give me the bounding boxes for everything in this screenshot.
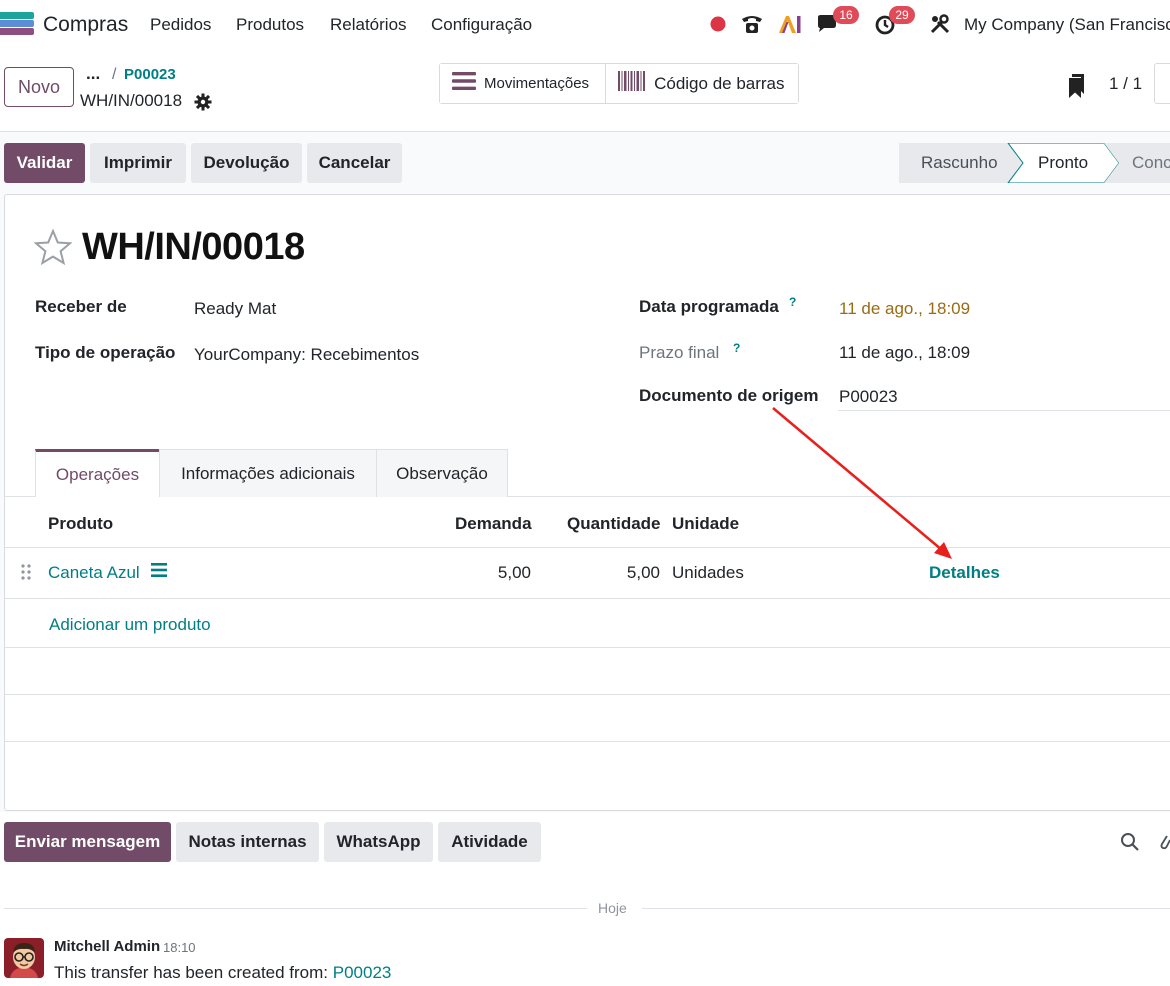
menu-produtos[interactable]: Produtos: [236, 15, 304, 35]
table-empty-row-divider: [5, 647, 1170, 648]
menu-relatorios[interactable]: Relatórios: [330, 15, 407, 35]
messages-badge: 16: [833, 6, 859, 24]
moves-smart-button[interactable]: Movimentações: [440, 64, 606, 103]
table-empty-row-divider: [5, 741, 1170, 742]
menu-pedidos[interactable]: Pedidos: [150, 15, 211, 35]
column-header-quantity[interactable]: Quantidade: [567, 514, 661, 534]
tab-notes[interactable]: Observação: [376, 449, 508, 497]
table-row-divider: [5, 598, 1170, 599]
gear-icon[interactable]: [194, 93, 212, 111]
smart-buttons: Movimentações Código de barras: [439, 63, 799, 104]
star-icon[interactable]: [33, 228, 73, 270]
breadcrumb-separator: /: [112, 66, 117, 83]
send-message-button[interactable]: Enviar mensagem: [4, 822, 171, 862]
barcode-label: Código de barras: [654, 73, 785, 93]
app-name[interactable]: Compras: [43, 13, 128, 37]
return-button[interactable]: Devolução: [191, 143, 302, 183]
field-label-operation-type: Tipo de operação: [35, 343, 176, 362]
breadcrumb-parent-link[interactable]: P00023: [124, 66, 176, 83]
phone-icon[interactable]: [739, 12, 765, 36]
message-time: 18:10: [163, 940, 196, 955]
field-label-deadline: Prazo final: [639, 343, 720, 362]
drag-handle-icon[interactable]: [20, 563, 32, 586]
search-icon[interactable]: [1120, 832, 1140, 857]
avatar[interactable]: [4, 938, 44, 978]
breadcrumb-more[interactable]: ...: [86, 64, 100, 84]
purchase-app-icon[interactable]: [0, 12, 34, 35]
partner-field[interactable]: Ready Mat: [194, 299, 276, 319]
pager-next-button[interactable]: [1154, 63, 1170, 104]
message-body: This transfer has been created from: P00…: [54, 963, 391, 983]
whatsapp-button[interactable]: WhatsApp: [324, 822, 433, 862]
list-icon: [452, 72, 476, 95]
message-author[interactable]: Mitchell Admin: [54, 938, 160, 955]
status-ready[interactable]: Pronto: [1038, 153, 1088, 173]
form-sheet: [4, 194, 1170, 811]
bookmark-icon[interactable]: [1068, 74, 1086, 103]
deadline-help-icon[interactable]: ?: [733, 341, 740, 355]
origin-field[interactable]: P00023: [839, 387, 898, 407]
tab-additional-info[interactable]: Informações adicionais: [159, 449, 377, 497]
table-header-divider: [5, 547, 1170, 548]
activity-button[interactable]: Atividade: [438, 822, 541, 862]
row-quantity[interactable]: 5,00: [580, 563, 660, 583]
menu-configuracao[interactable]: Configuração: [431, 15, 532, 35]
field-label-origin: Documento de origem: [639, 386, 819, 405]
record-dot-icon[interactable]: [709, 12, 727, 36]
messages-icon[interactable]: 16: [815, 6, 859, 36]
operation-type-field[interactable]: YourCompany: Recebimentos: [194, 345, 419, 365]
column-header-product[interactable]: Produto: [48, 514, 113, 534]
top-navbar: Compras Pedidos Produtos Relatórios Conf…: [0, 0, 1170, 50]
record-title: WH/IN/00018: [82, 226, 305, 268]
paperclip-icon[interactable]: [1158, 830, 1170, 857]
cancel-button[interactable]: Cancelar: [307, 143, 402, 183]
barcode-icon: [618, 71, 646, 96]
row-details-button[interactable]: Detalhes: [929, 563, 1000, 583]
message-text: This transfer has been created from:: [54, 963, 333, 982]
deadline-field[interactable]: 11 de ago., 18:09: [839, 343, 970, 363]
validate-button[interactable]: Validar: [4, 143, 85, 183]
origin-field-underline: [838, 410, 1170, 411]
date-separator-line-right: [642, 908, 1170, 909]
field-label-scheduled-date: Data programada: [639, 297, 779, 316]
log-note-button[interactable]: Notas internas: [176, 822, 319, 862]
breadcrumb-current: WH/IN/00018: [80, 91, 183, 110]
date-separator: Hoje: [598, 900, 627, 916]
field-label-partner: Receber de: [35, 297, 127, 316]
company-switcher[interactable]: My Company (San Francisco): [964, 15, 1170, 35]
new-button[interactable]: Novo: [4, 67, 74, 107]
status-draft[interactable]: Rascunho: [921, 153, 998, 173]
pager-value[interactable]: 1 / 1: [1109, 74, 1142, 94]
scheduled-date-help-icon[interactable]: ?: [789, 295, 796, 309]
row-product-link[interactable]: Caneta Azul: [48, 563, 140, 583]
debug-tools-icon[interactable]: [929, 12, 951, 36]
ai-icon[interactable]: [777, 12, 803, 36]
status-bar: Rascunho Pronto Concluído: [899, 143, 1170, 183]
barcode-smart-button[interactable]: Código de barras: [605, 64, 798, 103]
tab-operations[interactable]: Operações: [35, 449, 160, 497]
add-product-link[interactable]: Adicionar um produto: [49, 615, 211, 635]
print-button[interactable]: Imprimir: [90, 143, 186, 183]
activity-clock-icon[interactable]: 29: [873, 6, 915, 36]
table-empty-row-divider: [5, 694, 1170, 695]
column-header-unit[interactable]: Unidade: [672, 514, 739, 534]
status-done[interactable]: Concluído: [1132, 153, 1170, 173]
column-header-demand[interactable]: Demanda: [455, 514, 532, 534]
message-source-link[interactable]: P00023: [333, 963, 392, 982]
scheduled-date-field[interactable]: 11 de ago., 18:09: [839, 299, 970, 319]
activities-badge: 29: [889, 6, 915, 24]
product-description-list-icon[interactable]: [151, 563, 167, 582]
moves-label: Movimentações: [484, 75, 590, 92]
row-unit[interactable]: Unidades: [672, 563, 744, 583]
row-demand[interactable]: 5,00: [451, 563, 531, 583]
date-separator-line-left: [4, 908, 587, 909]
